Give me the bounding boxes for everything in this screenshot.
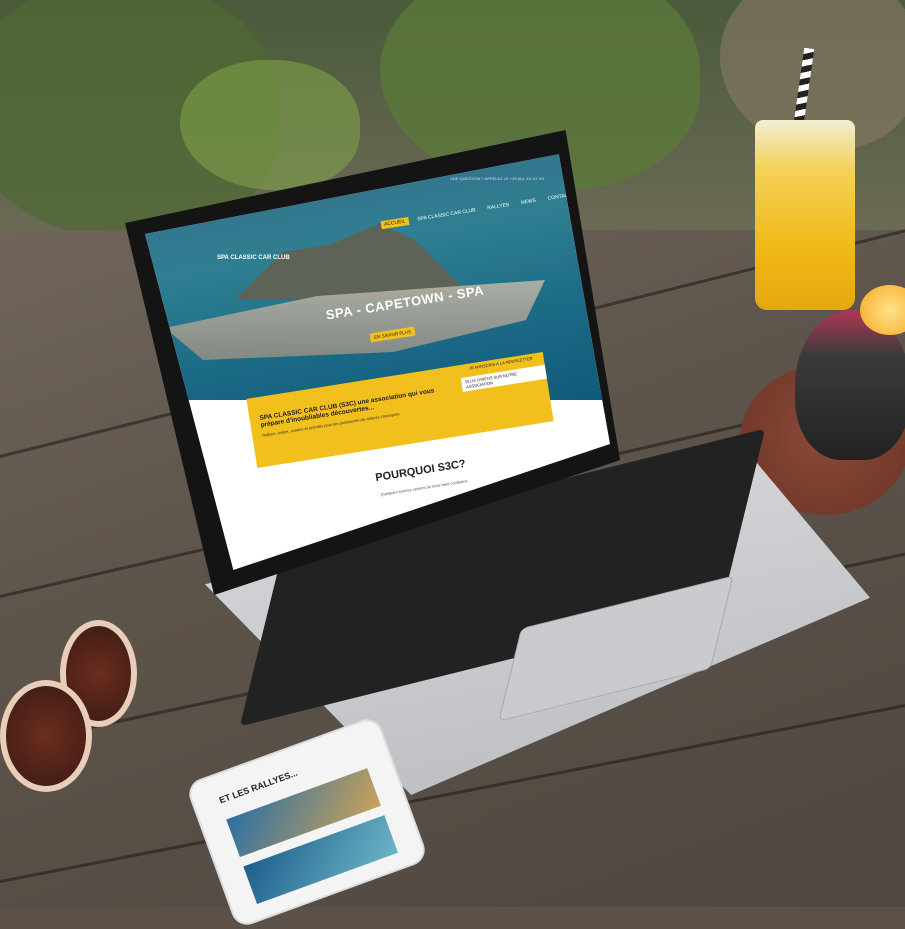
contact-topbar: UNE QUESTION ? APPELEZ LE +33 (0)1 XX XX…: [450, 176, 545, 181]
juice-glass: [755, 120, 855, 310]
site-logo[interactable]: SPA CLASSIC CAR CLUB: [217, 255, 290, 261]
sunglasses-lens-left: [0, 680, 92, 792]
